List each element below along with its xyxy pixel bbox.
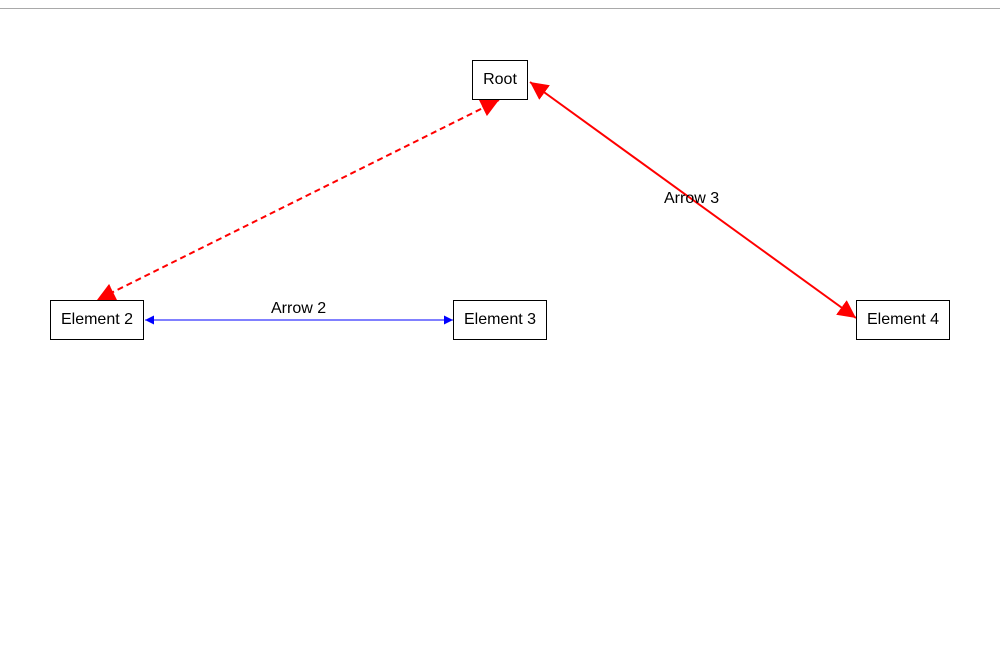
node-element-4[interactable]: Element 4: [856, 300, 950, 340]
node-element-3[interactable]: Element 3: [453, 300, 547, 340]
diagram-canvas: Root Element 2 Element 3 Element 4 Arrow…: [0, 0, 1000, 660]
node-element-2[interactable]: Element 2: [50, 300, 144, 340]
arrow-1-connector[interactable]: [96, 99, 500, 301]
arrow-3-label: Arrow 3: [664, 190, 720, 207]
node-root[interactable]: Root: [472, 60, 528, 100]
arrow-2-label: Arrow 2: [271, 300, 327, 317]
